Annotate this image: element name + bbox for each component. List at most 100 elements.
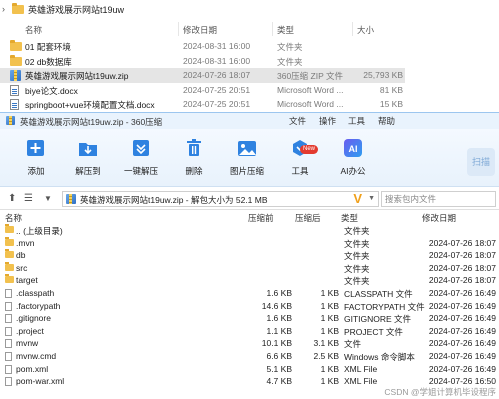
archive-row[interactable]: .. (上级目录) 文件夹	[0, 224, 499, 236]
folder-icon	[5, 249, 14, 259]
archive-row[interactable]: mvnw.cmd 6.6 KB 2.5 KB Windows 命令脚本 2024-07-…	[0, 350, 499, 362]
chevron-down-icon[interactable]: ▼	[44, 194, 52, 203]
svg-text:AI: AI	[349, 144, 358, 154]
entry-type: Windows 命令脚本	[344, 352, 415, 362]
archive-row[interactable]: .classpath 1.6 KB 1 KB CLASSPATH 文件 2024-07-…	[0, 287, 499, 299]
folder-icon	[10, 55, 22, 66]
entry-type: 文件夹	[344, 276, 370, 287]
entry-date: 2024-07-26 16:49	[428, 300, 496, 311]
delete-icon	[183, 137, 205, 159]
column-divider[interactable]	[178, 22, 179, 36]
zip-icon	[10, 70, 21, 81]
add-button[interactable]: 添加	[10, 133, 62, 181]
ai-office-button[interactable]: AI AI办公	[327, 133, 379, 181]
delete-button[interactable]: 删除	[168, 133, 220, 181]
file-date: 2024-08-31 16:00	[183, 56, 251, 66]
column-type[interactable]: 类型	[341, 212, 358, 224]
entry-type: GITIGNORE 文件	[344, 314, 412, 325]
column-name[interactable]: 名称	[25, 24, 42, 36]
up-arrow-icon[interactable]: ⬆	[8, 193, 16, 204]
one-click-extract-label: 一键解压	[123, 166, 158, 176]
file-row[interactable]: 02 db数据库 2024-08-31 16:00 文件夹	[0, 54, 405, 69]
entry-name: .factorypath	[16, 300, 61, 311]
column-divider[interactable]	[272, 22, 273, 36]
file-row-selected[interactable]: 英雄游戏展示网站t19uw.zip 2024-07-26 18:07 360压缩…	[0, 68, 405, 83]
archive-row[interactable]: .factorypath 14.6 KB 1 KB FACTORYPATH 文件 202…	[0, 300, 499, 312]
entry-type: 文件	[344, 339, 362, 350]
file-row[interactable]: biye论文.docx 2024-07-25 20:51 Microsoft W…	[0, 83, 405, 98]
entry-name: .gitignore	[16, 313, 51, 324]
entry-date: 2024-07-26 18:07	[428, 237, 496, 248]
entry-type: PROJECT 文件	[344, 326, 403, 337]
column-size[interactable]: 压缩前	[248, 212, 274, 224]
watermark: CSDN @学姐计算机毕设程序	[384, 387, 496, 397]
entry-name: src	[16, 262, 28, 273]
archive-search-box[interactable]	[381, 191, 496, 207]
entry-type: XML File	[344, 376, 378, 387]
column-date[interactable]: 修改日期	[183, 24, 217, 36]
tools-button[interactable]: 工具	[274, 133, 326, 181]
zip-icon	[6, 116, 15, 125]
file-icon	[5, 364, 12, 374]
word-doc-icon	[10, 99, 19, 110]
address-bar-row: ⬆ ☰ ▼ 英雄游戏展示网站t19uw.zip - 解包大小为 52.1 MB …	[0, 188, 499, 210]
menu-file[interactable]: 文件	[289, 115, 306, 127]
entry-size: 14.6 KB	[261, 300, 292, 311]
extract-to-label: 解压到	[75, 166, 101, 176]
menu-help[interactable]: 帮助	[378, 115, 395, 127]
search-input[interactable]	[382, 192, 482, 206]
file-size: 81 KB	[379, 85, 403, 95]
image-compress-button[interactable]: 图片压缩	[221, 133, 273, 181]
archive-row[interactable]: mvnw 10.1 KB 3.1 KB 文件 2024-07-26 16:49	[0, 337, 499, 349]
column-compressed[interactable]: 压缩后	[295, 212, 321, 224]
entry-compressed-size: 1 KB	[320, 313, 339, 324]
file-date: 2024-07-25 20:51	[183, 99, 251, 109]
menu-operation[interactable]: 操作	[319, 115, 336, 127]
column-date[interactable]: 修改日期	[422, 212, 456, 224]
folder-icon	[5, 261, 14, 271]
entry-name: pom-war.xml	[16, 376, 65, 387]
file-type: 文件夹	[277, 42, 303, 52]
chevron-right-icon[interactable]: ›	[2, 4, 12, 14]
entry-name: .classpath	[16, 288, 55, 298]
archive-row[interactable]: .gitignore 1.6 KB 1 KB GITIGNORE 文件 2024-07-…	[0, 312, 499, 324]
column-type[interactable]: 类型	[277, 24, 294, 36]
dropdown-arrow-icon[interactable]: ▼	[368, 195, 375, 202]
add-label: 添加	[27, 166, 45, 176]
archive-row[interactable]: pom.xml 5.1 KB 1 KB XML File 2024-07-26 16:4…	[0, 363, 499, 375]
entry-name: pom.xml	[16, 363, 49, 374]
file-row[interactable]: springboot+vue环境配置文档.docx 2024-07-25 20:…	[0, 97, 405, 112]
archive-row[interactable]: target 文件夹 2024-07-26 18:07	[0, 274, 499, 286]
entry-type: CLASSPATH 文件	[344, 289, 413, 299]
file-type: Microsoft Word ...	[277, 99, 344, 109]
entry-type: 文件夹	[344, 251, 370, 262]
image-compress-icon	[236, 137, 258, 159]
file-row[interactable]: 01 配套环境 2024-08-31 16:00 文件夹	[0, 39, 405, 54]
file-date: 2024-07-25 20:51	[183, 85, 251, 95]
entry-name: mvnw	[16, 338, 39, 349]
file-icon	[5, 377, 12, 387]
folder-icon	[5, 224, 14, 233]
extract-to-button[interactable]: 解压到	[62, 133, 114, 181]
entry-date: 2024-07-26 16:49	[428, 363, 496, 374]
entry-compressed-size: 1 KB	[320, 363, 339, 374]
archive-row[interactable]: .mvn 文件夹 2024-07-26 18:07	[0, 236, 499, 249]
column-divider[interactable]	[352, 22, 353, 36]
one-click-extract-button[interactable]: 一键解压	[115, 133, 167, 181]
menu-tools[interactable]: 工具	[348, 115, 365, 127]
add-icon	[25, 137, 47, 159]
column-name[interactable]: 名称	[5, 212, 22, 224]
archive-path-field[interactable]: 英雄游戏展示网站t19uw.zip - 解包大小为 52.1 MB V ▼	[62, 191, 379, 207]
archive-file-list: .. (上级目录) 文件夹 .mvn 文件夹 2024-07-26 18:07 db 文件夹…	[0, 224, 499, 399]
scan-button[interactable]: 扫描	[467, 148, 495, 176]
list-view-icon[interactable]: ☰	[24, 193, 33, 204]
archive-row[interactable]: src 文件夹 2024-07-26 18:07	[0, 261, 499, 274]
column-size[interactable]: 大小	[357, 24, 374, 36]
entry-size: 1.1 KB	[266, 325, 292, 336]
archive-row[interactable]: .project 1.1 KB 1 KB PROJECT 文件 2024-07-26 1…	[0, 325, 499, 337]
archive-row[interactable]: db 文件夹 2024-07-26 18:07	[0, 249, 499, 261]
v-logo-icon: V	[353, 191, 362, 206]
new-badge: New	[300, 145, 319, 154]
file-icon	[5, 314, 12, 324]
zip-toolbar: 添加 解压到 一键解压 删除 图片压缩 工具 New AI AI办公 扫描	[0, 129, 499, 187]
